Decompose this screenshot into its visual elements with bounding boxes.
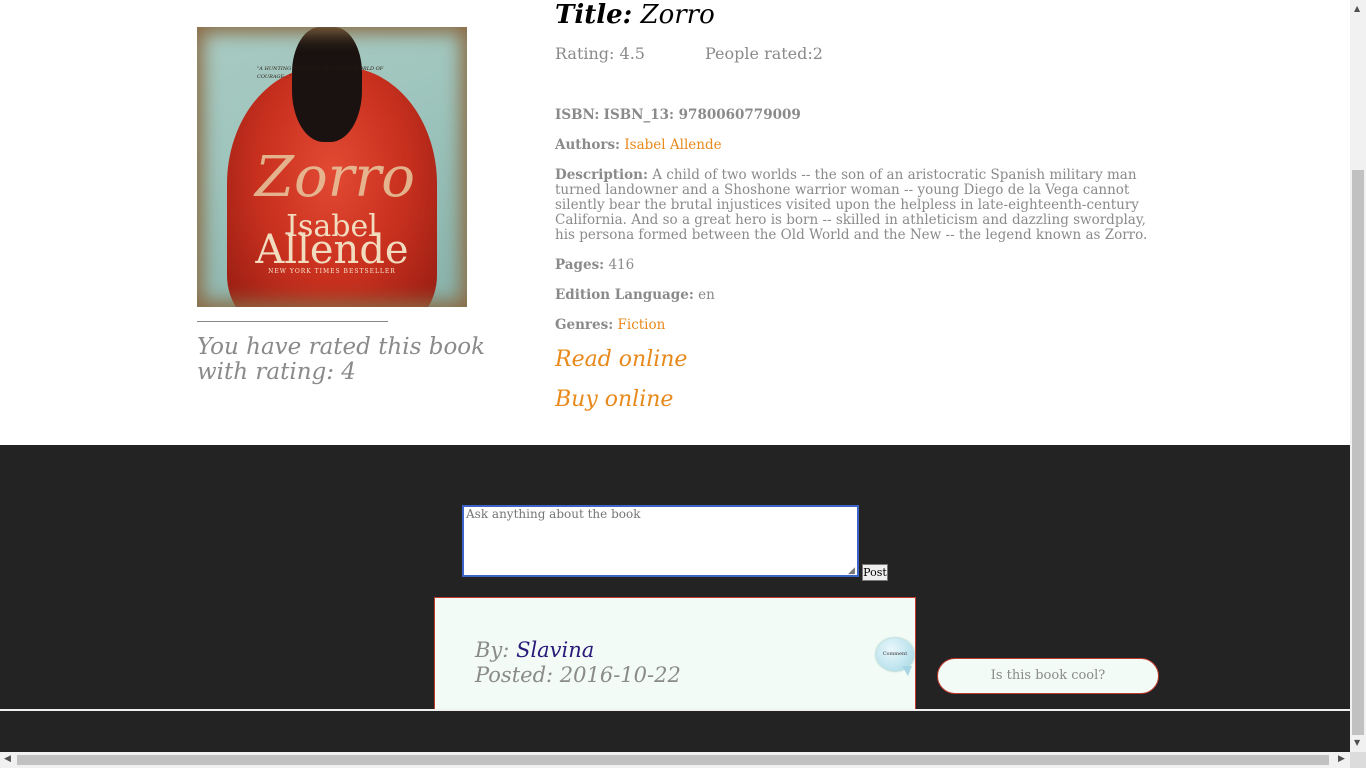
pages-value: 416 xyxy=(608,257,635,273)
author-link[interactable]: Isabel Allende xyxy=(624,137,721,153)
divider xyxy=(197,321,388,322)
footer-divider xyxy=(0,709,1350,711)
scroll-up-icon[interactable]: ▲ xyxy=(1354,4,1360,13)
post-button[interactable]: Post xyxy=(862,564,888,581)
pages-row: Pages: 416 xyxy=(555,258,1150,273)
isbn-row: ISBN: ISBN_13: 9780060779009 xyxy=(555,108,1150,123)
buy-online-link[interactable]: Buy online xyxy=(555,387,673,412)
by-label: By: xyxy=(475,638,510,662)
vertical-scrollbar[interactable]: ▲ ▼ xyxy=(1350,0,1366,752)
question-input[interactable] xyxy=(462,505,859,577)
title-label: Title: xyxy=(555,0,633,30)
scroll-right-icon[interactable]: ▶ xyxy=(1338,754,1345,764)
people-rated-text: People rated:2 xyxy=(705,44,823,63)
scrollbar-corner xyxy=(1350,752,1366,768)
vertical-scroll-thumb[interactable] xyxy=(1352,170,1364,735)
authors-label: Authors: xyxy=(555,137,621,153)
pages-label: Pages: xyxy=(555,257,605,273)
comment-author[interactable]: Slavina xyxy=(516,638,594,662)
isbn-value: ISBN_13: 9780060779009 xyxy=(603,107,801,123)
horizontal-scroll-thumb[interactable] xyxy=(17,755,1329,765)
language-label: Edition Language: xyxy=(555,287,694,303)
rating-text: Rating: 4.5 xyxy=(555,44,645,63)
comment-card: By: Slavina Posted: 2016-10-22 Comment xyxy=(434,597,916,710)
description-label: Description: xyxy=(555,167,648,183)
language-value: en xyxy=(698,287,715,303)
comment-author-row: By: Slavina xyxy=(475,638,594,662)
book-title: Title: Zorro xyxy=(555,0,715,30)
genres-row: Genres: Fiction xyxy=(555,318,1150,333)
language-row: Edition Language: en xyxy=(555,288,1150,303)
book-details-section: "A HUNTING PORTRAIT OF A DIRTY WORLD OF … xyxy=(0,0,1350,445)
genre-link[interactable]: Fiction xyxy=(618,317,666,333)
genres-label: Genres: xyxy=(555,317,614,333)
isbn-label: ISBN: xyxy=(555,107,600,123)
rating-row: Rating: 4.5 People rated:2 xyxy=(555,44,823,63)
scroll-down-icon[interactable]: ▼ xyxy=(1354,738,1360,747)
resize-grip-icon[interactable]: ◢ xyxy=(848,566,855,576)
authors-row: Authors: Isabel Allende xyxy=(555,138,1150,153)
question-button[interactable]: Is this book cool? xyxy=(937,658,1159,694)
read-online-link[interactable]: Read online xyxy=(555,347,687,372)
scroll-left-icon[interactable]: ◀ xyxy=(4,754,11,764)
description-row: Description: A child of two worlds -- th… xyxy=(555,168,1150,243)
comment-bubble-tail xyxy=(902,666,912,676)
comment-date: Posted: 2016-10-22 xyxy=(475,663,681,687)
horizontal-scrollbar[interactable]: ◀ ▶ xyxy=(0,752,1350,768)
title-value: Zorro xyxy=(640,0,715,30)
user-rating-text: You have rated this book with rating: 4 xyxy=(197,334,486,385)
book-cover-image: "A HUNTING PORTRAIT OF A DIRTY WORLD OF … xyxy=(197,27,467,307)
